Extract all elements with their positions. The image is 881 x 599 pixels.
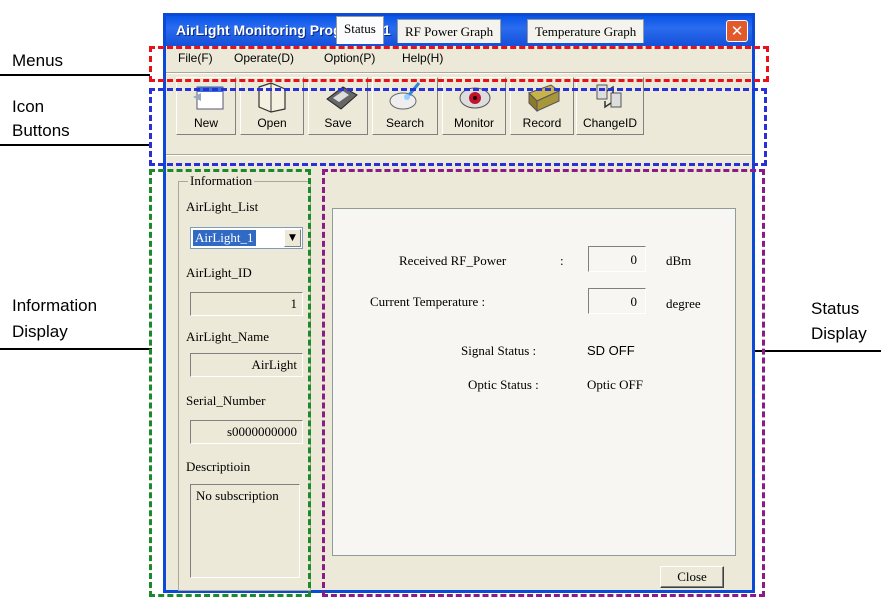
folder-open-icon — [258, 82, 286, 113]
tab-status[interactable]: Status — [336, 16, 384, 44]
info-display-annotation-1: Information — [12, 296, 98, 315]
menu-separator — [166, 72, 752, 74]
open-button[interactable]: Open — [240, 77, 304, 135]
search-button-label: Search — [385, 116, 425, 130]
record-button-label: Record — [522, 116, 562, 130]
change-id-button-label: ChangeID — [582, 116, 638, 130]
window-close-icon[interactable]: ✕ — [726, 20, 748, 42]
menus-annotation: Menus — [12, 51, 64, 70]
menu-option[interactable]: Option(P) — [324, 51, 375, 65]
menu-help[interactable]: Help(H) — [402, 51, 443, 65]
monitor-button-label: Monitor — [453, 116, 494, 130]
signal-status-label: Signal Status : — [461, 343, 537, 358]
serial-number-label: Serial_Number — [186, 393, 266, 408]
icon-buttons-annotation-2: Buttons — [12, 121, 70, 140]
airlight-name-label: AirLight_Name — [186, 329, 270, 344]
temperature-value: 0 — [588, 288, 646, 314]
search-button[interactable]: Search — [372, 77, 438, 135]
close-button[interactable]: Close — [660, 566, 724, 588]
airlight-id-label: AirLight_ID — [186, 265, 252, 280]
rf-power-unit: dBm — [666, 253, 692, 268]
menu-operate[interactable]: Operate(D) — [234, 51, 294, 65]
toolbar-separator — [166, 154, 752, 156]
serial-number-field: s0000000000 — [190, 420, 303, 444]
rf-power-colon: : — [560, 253, 564, 268]
description-field: No subscription — [190, 484, 300, 578]
menu-file[interactable]: File(F) — [178, 51, 213, 65]
monitor-button[interactable]: Monitor — [442, 77, 506, 135]
menu-bar: File(F) Operate(D) Option(P) Help(H) — [166, 46, 752, 70]
rf-power-label: Received RF_Power — [399, 253, 507, 268]
toolbar: New Open Save Search Monitor Record Chan… — [166, 75, 752, 137]
menus-annotation-line — [0, 74, 150, 76]
chevron-down-icon[interactable]: ▼ — [284, 229, 301, 247]
tab-temperature-graph[interactable]: Temperature Graph — [527, 19, 645, 43]
description-label: Descriptioin — [186, 459, 251, 474]
information-legend: Information — [188, 173, 255, 189]
info-display-annotation-line — [0, 348, 152, 350]
new-button-label: New — [193, 116, 218, 130]
app-window: AirLight Monitoring Program_v1 ✕ File(F)… — [163, 13, 755, 593]
airlight-list-select[interactable]: AirLight_1 ▼ — [190, 227, 303, 249]
magnifier-icon — [389, 82, 421, 110]
airlight-id-field: 1 — [190, 292, 303, 316]
optic-status-value: Optic OFF — [587, 377, 643, 392]
icon-buttons-annotation-1: Icon — [12, 97, 45, 116]
icon-buttons-annotation-line — [0, 144, 150, 146]
airlight-name-field: AirLight — [190, 353, 303, 377]
change-id-button[interactable]: ChangeID — [576, 77, 644, 135]
signal-status-value: SD OFF — [587, 343, 635, 358]
monitor-eye-icon — [459, 87, 491, 109]
rf-power-value: 0 — [588, 246, 646, 272]
save-button[interactable]: Save — [308, 77, 368, 135]
airlight-list-label: AirLight_List — [186, 199, 259, 214]
info-display-annotation-2: Display — [12, 322, 68, 341]
status-display-annotation-1: Status — [811, 299, 860, 318]
new-button[interactable]: New — [176, 77, 236, 135]
record-file-icon — [528, 84, 560, 113]
status-display-annotation-line — [744, 350, 881, 352]
change-id-icon — [596, 84, 622, 109]
optic-status-label: Optic Status : — [468, 377, 539, 392]
tab-rf-power-graph[interactable]: RF Power Graph — [397, 19, 502, 43]
save-button-label: Save — [324, 116, 352, 130]
temperature-label: Current Temperature : — [370, 294, 486, 309]
temperature-unit: degree — [666, 296, 701, 311]
open-button-label: Open — [257, 116, 287, 130]
record-button[interactable]: Record — [510, 77, 574, 135]
new-window-icon — [193, 86, 224, 110]
status-display-annotation-2: Display — [811, 324, 867, 343]
floppy-disk-icon — [326, 86, 358, 110]
airlight-list-value: AirLight_1 — [193, 230, 256, 246]
